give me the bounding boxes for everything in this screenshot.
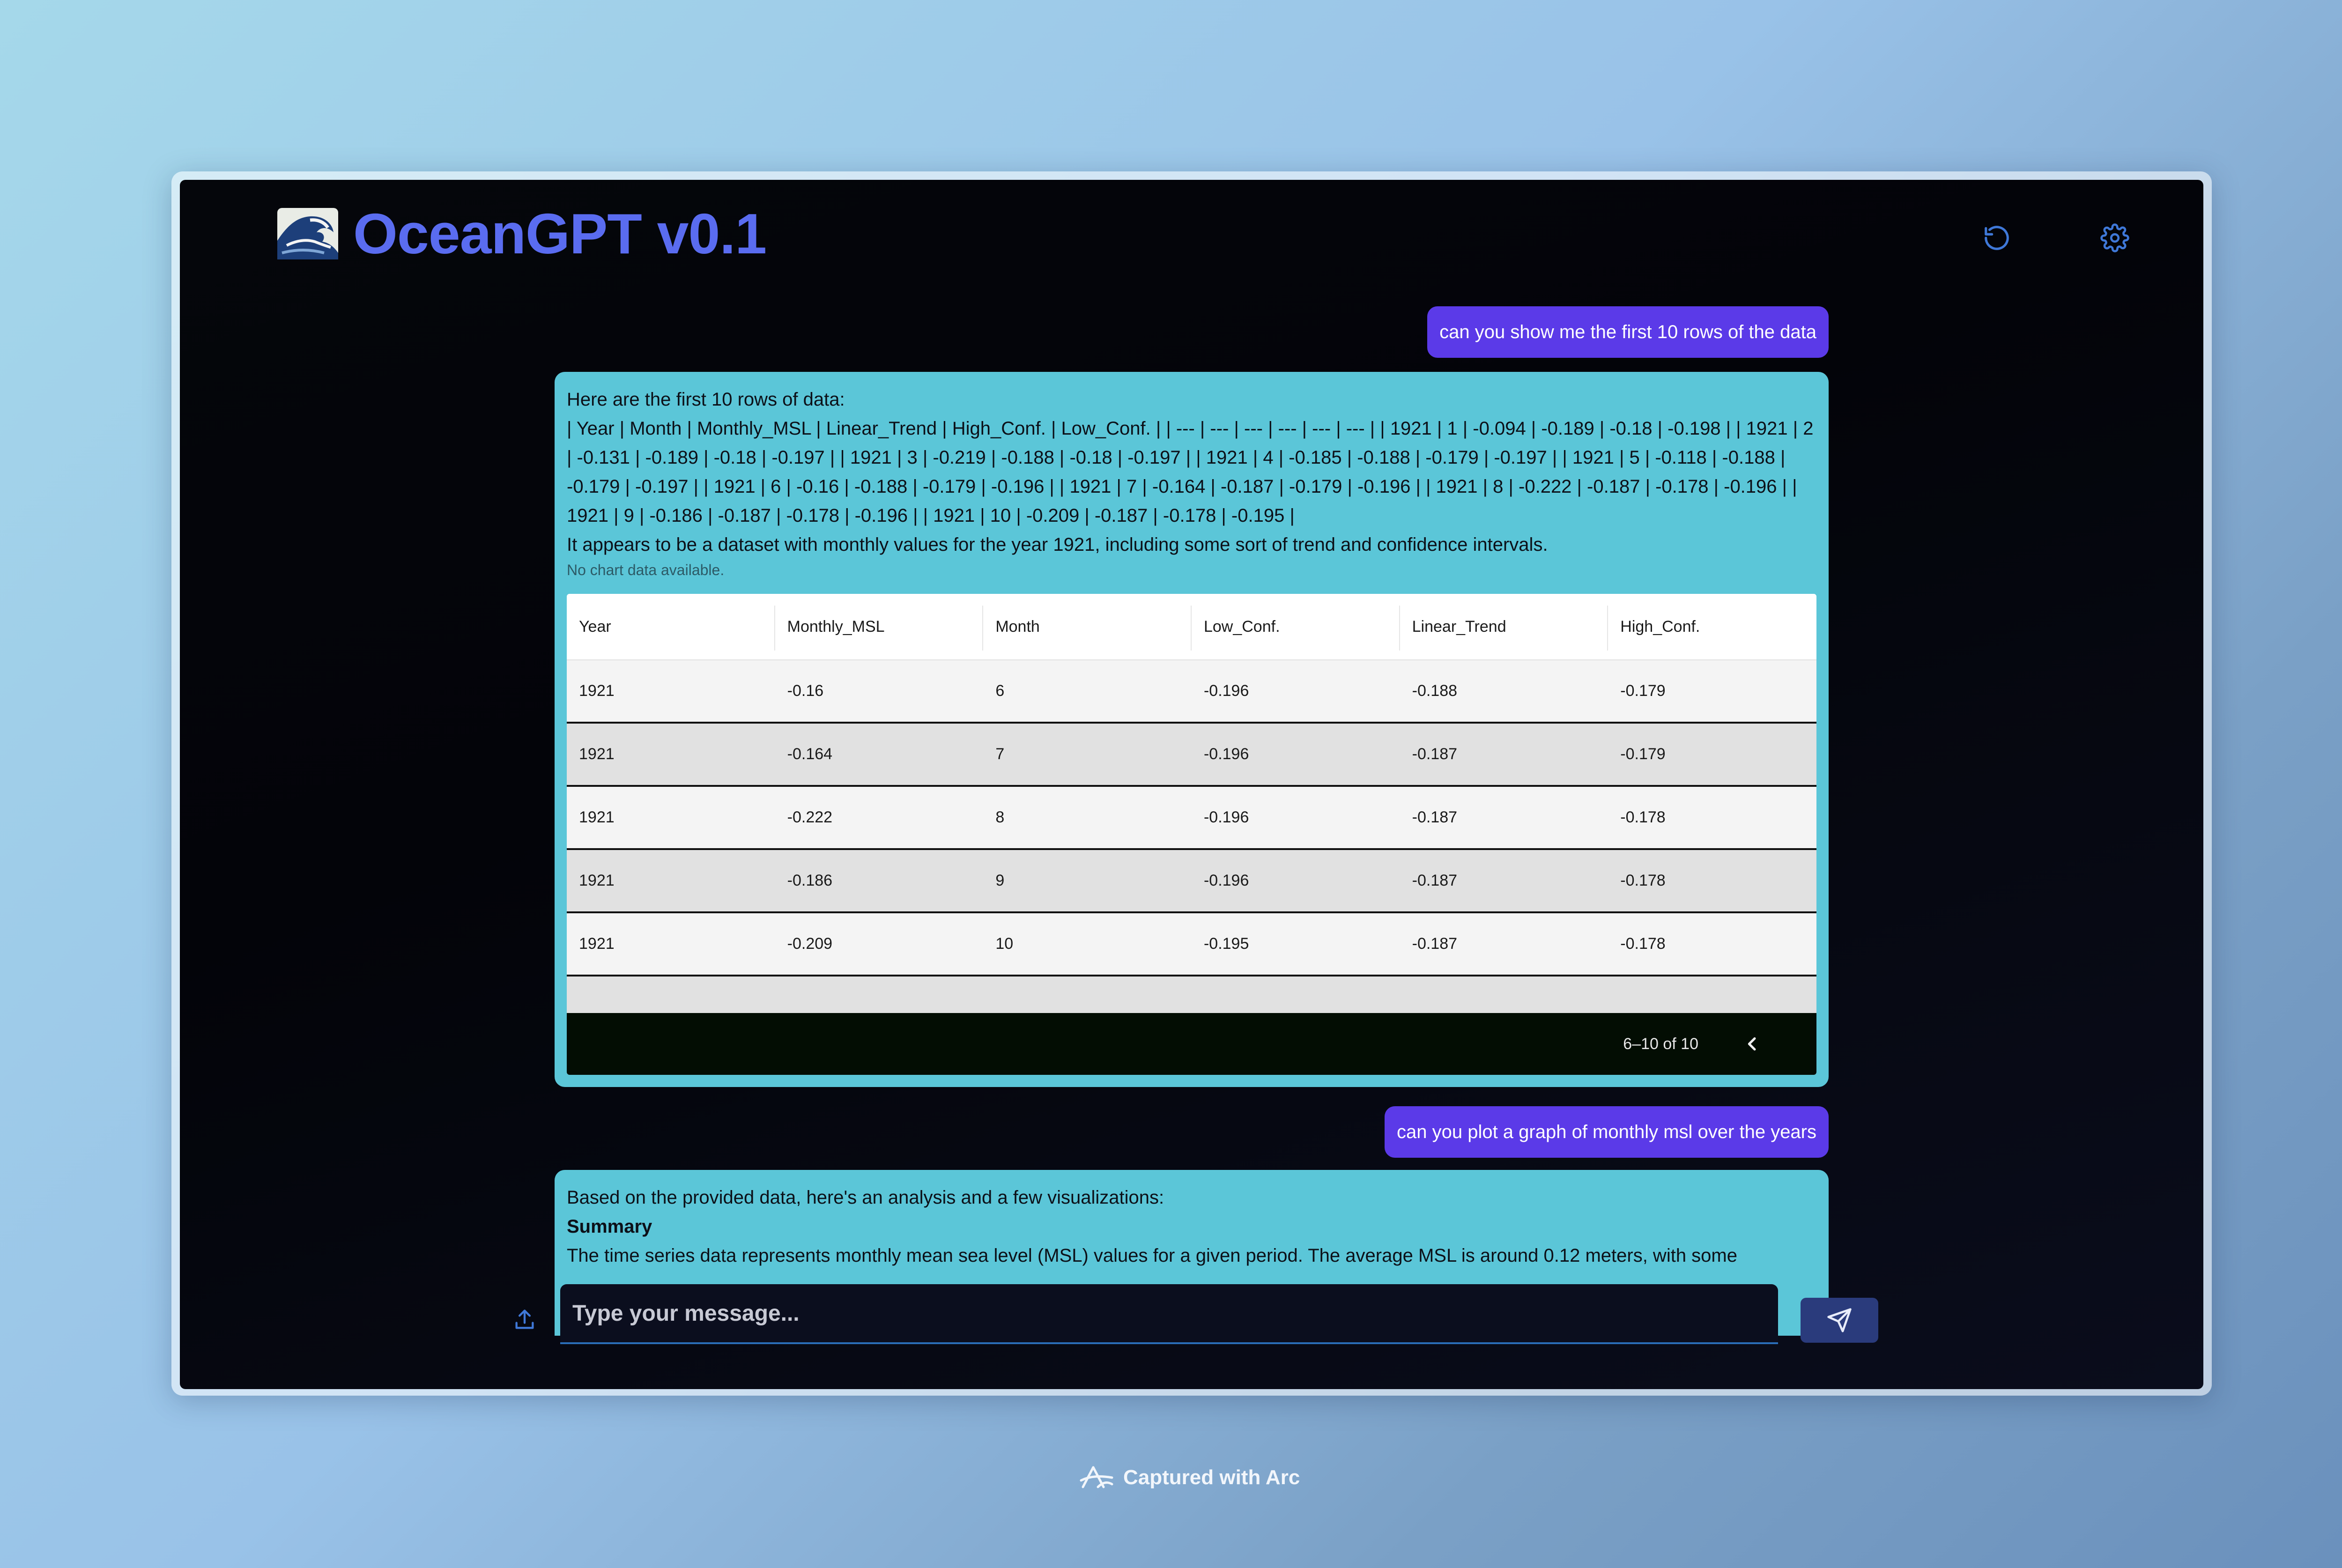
table-cell: 8 bbox=[995, 808, 1005, 826]
table-cell: -0.222 bbox=[787, 808, 833, 826]
pagination-label: 6–10 of 10 bbox=[1623, 1035, 1698, 1053]
settings-button[interactable] bbox=[2096, 219, 2134, 257]
table-row[interactable]: 1921 -0.164 7 -0.196 -0.187 -0.179 bbox=[567, 724, 1816, 787]
column-header-year[interactable]: Year bbox=[567, 618, 775, 636]
table-cell: -0.179 bbox=[1620, 745, 1666, 763]
arc-logo-icon bbox=[1080, 1466, 1113, 1488]
table-cell: -0.178 bbox=[1620, 872, 1666, 889]
table-row[interactable]: 1921 -0.222 8 -0.196 -0.187 -0.178 bbox=[567, 787, 1816, 850]
app-logo: OceanGPT v0.1 bbox=[277, 202, 767, 266]
chevron-left-icon bbox=[1748, 1037, 1756, 1051]
table-cell: -0.187 bbox=[1412, 808, 1458, 826]
refresh-button[interactable] bbox=[1978, 219, 2016, 257]
assistant-intro: Here are the first 10 rows of data: bbox=[567, 389, 845, 410]
message-input[interactable] bbox=[560, 1284, 1778, 1344]
assistant-message: Here are the first 10 rows of data: | Ye… bbox=[555, 372, 1829, 1087]
assistant-intro: Based on the provided data, here's an an… bbox=[567, 1187, 1164, 1208]
send-icon bbox=[1827, 1308, 1852, 1332]
grid-header: Year Monthly_MSL Month Low_Conf. Linear_… bbox=[567, 594, 1816, 660]
table-cell: -0.196 bbox=[1203, 872, 1249, 889]
wave-emoji-icon bbox=[277, 208, 338, 259]
app-window: OceanGPT v0.1 can you show me the first … bbox=[180, 180, 2203, 1389]
table-cell: 1921 bbox=[579, 745, 615, 763]
assistant-summary: It appears to be a dataset with monthly … bbox=[567, 534, 1548, 555]
table-cell: -0.196 bbox=[1203, 745, 1249, 763]
data-grid: Year Monthly_MSL Month Low_Conf. Linear_… bbox=[567, 594, 1816, 1075]
user-message: can you show me the first 10 rows of the… bbox=[1427, 306, 1829, 358]
table-cell: 1921 bbox=[579, 682, 615, 700]
table-cell: -0.209 bbox=[787, 935, 833, 953]
column-header-low-conf[interactable]: Low_Conf. bbox=[1190, 605, 1400, 651]
upload-button[interactable] bbox=[508, 1303, 541, 1337]
send-button[interactable] bbox=[1801, 1298, 1878, 1343]
table-cell: -0.195 bbox=[1203, 935, 1249, 953]
column-header-high-conf[interactable]: High_Conf. bbox=[1607, 605, 1816, 651]
table-cell: 10 bbox=[995, 935, 1014, 953]
table-cell: -0.196 bbox=[1203, 808, 1249, 826]
chat-transcript[interactable]: can you show me the first 10 rows of the… bbox=[555, 297, 1829, 1336]
table-cell: -0.178 bbox=[1620, 808, 1666, 826]
credit-text: Captured with Arc bbox=[1123, 1466, 1300, 1489]
table-row[interactable]: 1921 -0.186 9 -0.196 -0.187 -0.178 bbox=[567, 850, 1816, 913]
table-cell: -0.178 bbox=[1620, 935, 1666, 953]
no-chart-note: No chart data available. bbox=[567, 562, 725, 578]
assistant-raw-table: | Year | Month | Monthly_MSL | Linear_Tr… bbox=[567, 418, 1814, 526]
table-cell: 1921 bbox=[579, 808, 615, 826]
app-title: OceanGPT v0.1 bbox=[353, 202, 767, 266]
assistant-body: The time series data represents monthly … bbox=[567, 1245, 1737, 1266]
upload-icon bbox=[515, 1309, 534, 1329]
table-cell: -0.16 bbox=[787, 682, 824, 700]
table-cell: 7 bbox=[995, 745, 1005, 763]
capture-credit: Captured with Arc bbox=[1079, 1464, 1300, 1492]
column-header-month[interactable]: Month bbox=[982, 605, 1192, 651]
table-cell: -0.187 bbox=[1412, 935, 1458, 953]
column-header-monthly-msl[interactable]: Monthly_MSL bbox=[774, 605, 984, 651]
table-cell: -0.164 bbox=[787, 745, 833, 763]
previous-page-button[interactable] bbox=[1741, 1032, 1764, 1056]
refresh-icon bbox=[1985, 226, 2009, 250]
table-cell: -0.186 bbox=[787, 872, 833, 889]
table-cell: -0.188 bbox=[1412, 682, 1458, 700]
column-header-linear-trend[interactable]: Linear_Trend bbox=[1399, 605, 1608, 651]
table-cell: 1921 bbox=[579, 935, 615, 953]
assistant-heading: Summary bbox=[567, 1216, 652, 1237]
gear-icon bbox=[2100, 223, 2129, 252]
table-cell: 1921 bbox=[579, 872, 615, 889]
table-row[interactable]: 1921 -0.16 6 -0.196 -0.188 -0.179 bbox=[567, 660, 1816, 724]
table-cell: -0.179 bbox=[1620, 682, 1666, 700]
table-cell: 9 bbox=[995, 872, 1005, 889]
table-cell: -0.187 bbox=[1412, 745, 1458, 763]
table-cell: 6 bbox=[995, 682, 1005, 700]
table-cell: -0.187 bbox=[1412, 872, 1458, 889]
user-message: can you plot a graph of monthly msl over… bbox=[1384, 1106, 1829, 1158]
grid-pagination: 6–10 of 10 bbox=[567, 1013, 1816, 1075]
table-row[interactable]: 1921 -0.209 10 -0.195 -0.187 -0.178 bbox=[567, 913, 1816, 976]
grid-filler bbox=[567, 976, 1816, 1013]
table-cell: -0.196 bbox=[1203, 682, 1249, 700]
